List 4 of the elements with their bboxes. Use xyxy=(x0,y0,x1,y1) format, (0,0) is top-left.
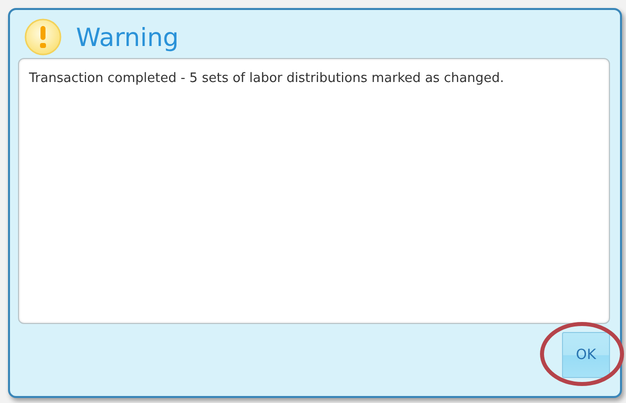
dialog-title: Warning xyxy=(76,22,179,52)
ok-button[interactable]: OK xyxy=(562,332,610,378)
warning-icon xyxy=(24,18,62,56)
message-text: Transaction completed - 5 sets of labor distributions marked as changed. xyxy=(29,71,506,86)
